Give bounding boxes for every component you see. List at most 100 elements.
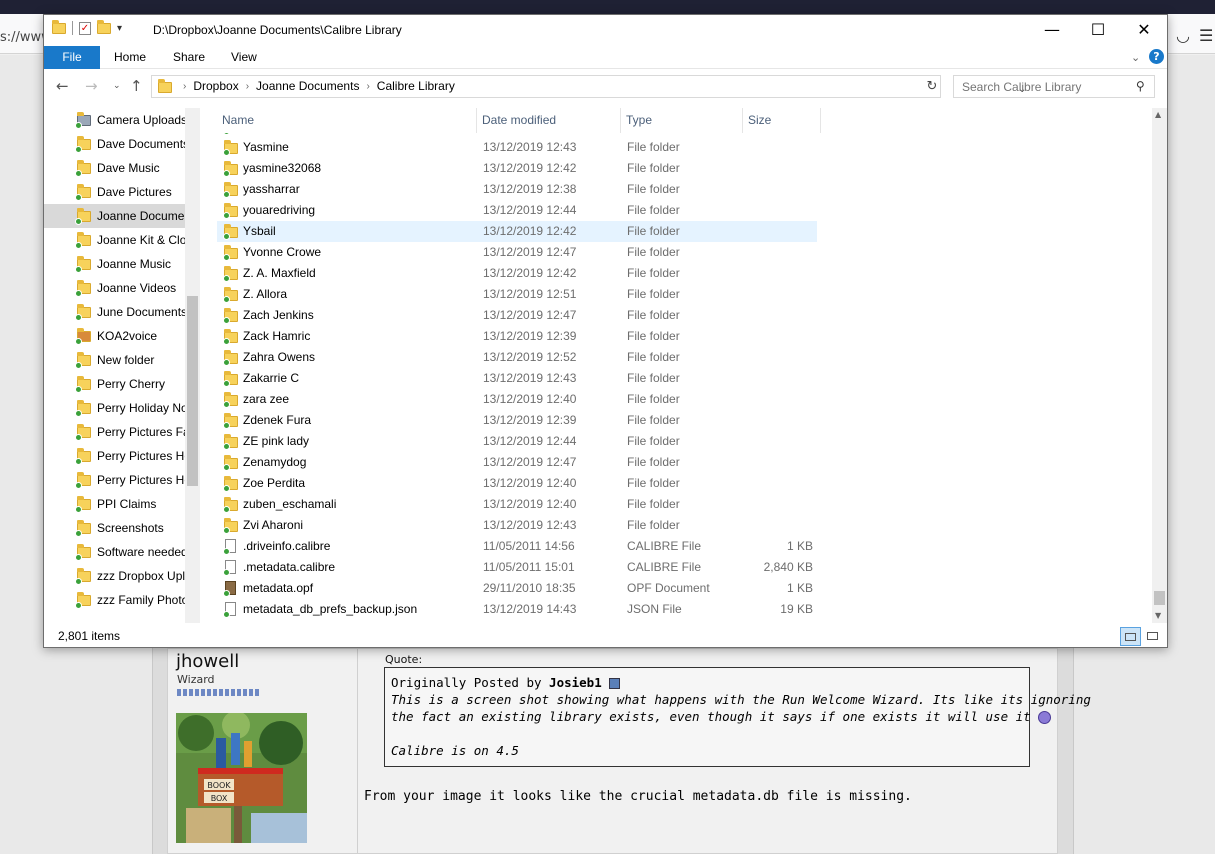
post-username[interactable]: jhowell	[176, 651, 239, 672]
breadcrumb-dropbox[interactable]: Dropbox	[193, 76, 238, 97]
nav-item[interactable]: Perry Pictures Family	[44, 420, 185, 444]
file-row[interactable]: Yvonne Crowe 13/12/2019 12:47 File folder	[217, 242, 817, 263]
file-row[interactable]: metadata_db_prefs_backup.json 13/12/2019 …	[217, 599, 817, 620]
refresh-icon[interactable]: ↻	[924, 75, 941, 98]
sync-status-icon	[223, 380, 230, 387]
address-bar[interactable]: › Dropbox › Joanne Documents › Calibre L…	[151, 75, 1026, 98]
nav-item[interactable]: PPI Claims	[44, 492, 185, 516]
nav-item[interactable]: zzz Dropbox Uploads	[44, 564, 185, 588]
tab-share[interactable]: Share	[159, 46, 219, 69]
file-date-modified: 13/12/2019 12:47	[483, 245, 577, 259]
up-arrow-icon[interactable]: ↑	[130, 77, 143, 95]
sync-status-icon	[223, 506, 230, 513]
file-row[interactable]: .metadata.calibre 11/05/2011 15:01 CALIBRE…	[217, 557, 817, 578]
nav-item[interactable]: Software needed	[44, 540, 185, 564]
file-type: CALIBRE File	[627, 539, 702, 553]
file-list-scrollbar[interactable]: ▲ ▼	[1152, 108, 1167, 623]
nav-item[interactable]: Perry Pictures Holidays	[44, 444, 185, 468]
quote-author[interactable]: Josieb1	[549, 675, 602, 690]
properties-icon[interactable]: ✓	[79, 21, 91, 35]
file-row[interactable]: Zakarrie C 13/12/2019 12:43 File folder	[217, 368, 817, 389]
maximize-button[interactable]: ☐	[1075, 15, 1121, 45]
nav-item[interactable]: Dave Pictures	[44, 180, 185, 204]
nav-item[interactable]: June Documents	[44, 300, 185, 324]
nav-pane-scrollbar[interactable]	[185, 108, 200, 623]
forward-arrow-icon[interactable]: →	[85, 77, 98, 95]
column-header-size[interactable]: Size	[743, 108, 821, 133]
file-row[interactable]: yasmine32068 13/12/2019 12:42 File folder	[217, 158, 817, 179]
nav-item[interactable]: Joanne Music	[44, 252, 185, 276]
search-icon[interactable]: ⚲	[1136, 79, 1145, 93]
nav-item[interactable]: Perry Pictures Home	[44, 468, 185, 492]
large-icons-view-button[interactable]	[1143, 627, 1162, 646]
file-row[interactable]: youaredriving 13/12/2019 12:44 File folder	[217, 200, 817, 221]
file-size: 1 KB	[786, 539, 813, 553]
column-header-date[interactable]: Date modified	[477, 108, 621, 133]
new-folder-icon[interactable]	[97, 19, 111, 34]
file-row[interactable]: metadata.opf 29/11/2010 18:35 OPF Document…	[217, 578, 817, 599]
file-row[interactable]: ZE pink lady 13/12/2019 12:44 File folder	[217, 431, 817, 452]
view-post-icon[interactable]	[609, 678, 621, 689]
file-row[interactable]: Zahra Owens 13/12/2019 12:52 File folder	[217, 347, 817, 368]
nav-item[interactable]: Camera Uploads	[44, 108, 185, 132]
file-row[interactable]: Zenamydog 13/12/2019 12:47 File folder	[217, 452, 817, 473]
file-row[interactable]: Z. A. Maxfield 13/12/2019 12:42 File folde…	[217, 263, 817, 284]
close-button[interactable]: ✕	[1121, 15, 1167, 45]
minimize-button[interactable]: —	[1029, 15, 1075, 45]
nav-item[interactable]: Perry Cherry	[44, 372, 185, 396]
file-row[interactable]: yassharrar 13/12/2019 12:38 File folder	[217, 179, 817, 200]
tab-home[interactable]: Home	[100, 46, 160, 69]
file-list-scroll-thumb[interactable]	[1154, 591, 1165, 605]
search-input[interactable]	[954, 76, 1134, 97]
scroll-up-icon[interactable]: ▲	[1155, 110, 1161, 119]
breadcrumb-calibre-library[interactable]: Calibre Library	[377, 76, 455, 97]
file-row[interactable]: Zach Jenkins 13/12/2019 12:47 File folder	[217, 305, 817, 326]
nav-pane-scroll-thumb[interactable]	[187, 296, 198, 486]
sync-status-icon	[75, 122, 82, 129]
scroll-down-icon[interactable]: ▼	[1155, 611, 1161, 620]
menu-icon[interactable]: ☰	[1199, 26, 1213, 45]
file-row[interactable]: .driveinfo.calibre 11/05/2011 14:56 CALIBR…	[217, 536, 817, 557]
column-header-type[interactable]: Type	[621, 108, 743, 133]
tab-view[interactable]: View	[217, 46, 271, 69]
tab-file[interactable]: File	[44, 46, 100, 69]
nav-item[interactable]: Screenshots	[44, 516, 185, 540]
file-row[interactable]: Z. Allora 13/12/2019 12:51 File folder	[217, 284, 817, 305]
nav-item[interactable]: Joanne Kit & Clothes	[44, 228, 185, 252]
file-date-modified: 13/12/2019 12:39	[483, 329, 577, 343]
back-arrow-icon[interactable]: ←	[56, 77, 69, 95]
help-icon[interactable]: ?	[1149, 49, 1164, 64]
file-row[interactable]: zuben_eschamali 13/12/2019 12:40 File fold…	[217, 494, 817, 515]
nav-item[interactable]: Dave Music	[44, 156, 185, 180]
nav-item[interactable]: Joanne Videos	[44, 276, 185, 300]
file-row[interactable]: Zoe Perdita 13/12/2019 12:40 File folder	[217, 473, 817, 494]
file-row[interactable]: Zack Hamric 13/12/2019 12:39 File folder	[217, 326, 817, 347]
customize-toolbar-icon[interactable]: ▾	[117, 23, 122, 34]
title-bar[interactable]: ✓ ▾ D:\Dropbox\Joanne Documents\Calibre …	[44, 15, 1167, 46]
recent-locations-icon[interactable]: ⌄	[113, 81, 121, 91]
reputation-bar	[177, 689, 259, 696]
breadcrumb-joanne-documents[interactable]: Joanne Documents	[256, 76, 359, 97]
nav-item[interactable]: zzz Family Photos	[44, 588, 185, 612]
breadcrumb-chevron-icon[interactable]: ›	[239, 76, 256, 97]
nav-item[interactable]: Joanne Documents	[44, 204, 185, 228]
sync-status-icon	[223, 170, 230, 177]
file-name: Zenamydog	[243, 455, 307, 469]
breadcrumb-chevron-icon[interactable]: ›	[176, 76, 193, 97]
nav-item[interactable]: Dave Documents	[44, 132, 185, 156]
sync-status-icon	[223, 464, 230, 471]
details-view-button[interactable]	[1120, 627, 1141, 646]
expand-ribbon-icon[interactable]: ⌄	[1131, 51, 1140, 64]
file-row[interactable]: Yasmine 13/12/2019 12:43 File folder	[217, 137, 817, 158]
file-type: File folder	[627, 434, 680, 448]
pocket-icon[interactable]: ◡	[1176, 26, 1190, 45]
nav-item[interactable]: Perry Holiday Notes	[44, 396, 185, 420]
file-row[interactable]: Zdenek Fura 13/12/2019 12:39 File folder	[217, 410, 817, 431]
file-row[interactable]: zara zee 13/12/2019 12:40 File folder	[217, 389, 817, 410]
breadcrumb-chevron-icon[interactable]: ›	[359, 76, 376, 97]
nav-item[interactable]: KOA2voice	[44, 324, 185, 348]
nav-item[interactable]: New folder	[44, 348, 185, 372]
file-row[interactable]: Zvi Aharoni 13/12/2019 12:43 File folder	[217, 515, 817, 536]
file-row[interactable]: Ysbail 13/12/2019 12:42 File folder	[217, 221, 817, 242]
sync-status-icon	[75, 146, 82, 153]
